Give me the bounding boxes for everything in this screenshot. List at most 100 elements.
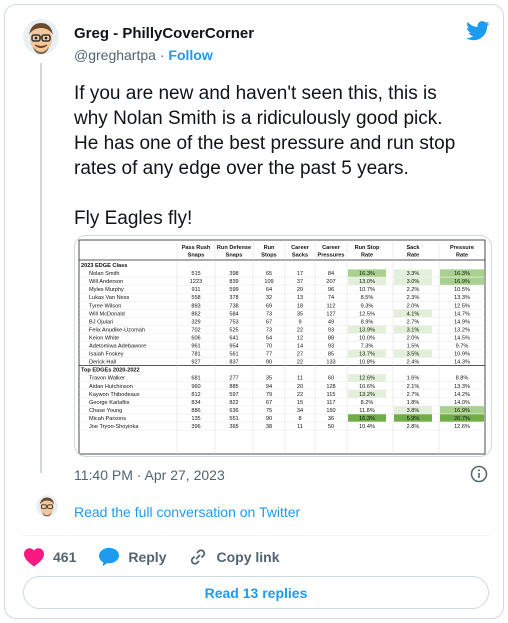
column-header: Rate [361, 253, 373, 259]
read-conversation-link[interactable]: Read the full conversation on Twitter [74, 504, 300, 520]
table-cell: 128 [326, 384, 335, 390]
copy-link-label: Copy link [216, 549, 280, 565]
table-cell: 14.7% [454, 311, 470, 317]
table-cell: 584 [229, 311, 238, 317]
player-name: Adetomiwa Adebawore [89, 344, 146, 350]
table-cell: 954 [229, 344, 238, 350]
table-cell: 378 [229, 295, 238, 301]
player-name: George Karlaftis [89, 400, 130, 406]
table-cell: 834 [191, 400, 200, 406]
player-name: BJ Ojulari [89, 319, 113, 325]
table-cell: 22 [297, 327, 303, 333]
table-cell: 9.3% [361, 303, 374, 309]
table-cell: 15 [297, 400, 303, 406]
table-cell: 84 [328, 271, 334, 277]
table-cell: 13.2% [454, 327, 470, 333]
table-cell: 14 [297, 344, 303, 350]
table-cell: 16.3% [454, 271, 470, 277]
table-cell: 22 [297, 392, 303, 398]
table-cell: 10.0% [359, 335, 375, 341]
table-cell: 396 [191, 424, 200, 430]
link-icon [191, 549, 206, 565]
table-cell: 8.2% [361, 400, 374, 406]
table-cell: 10.9% [454, 352, 470, 358]
table-cell: 38 [266, 424, 272, 430]
section-title: Top EDGEs 2020-2022 [81, 368, 140, 374]
table-cell: 1.6% [407, 376, 420, 382]
table-cell: 2.8% [407, 424, 420, 430]
player-name: Derick Hall [89, 360, 116, 366]
author-avatar[interactable] [23, 19, 59, 55]
table-cell: 822 [229, 400, 238, 406]
table-cell: 9 [298, 319, 301, 325]
table-cell: 16.9% [454, 279, 470, 285]
reply-label: Reply [128, 549, 167, 565]
column-header: Snaps [188, 253, 205, 259]
player-name: Chase Young [89, 408, 122, 414]
table-cell: 2.4% [407, 360, 420, 366]
table-cell: 10.8% [359, 360, 375, 366]
player-name: Nolan Smith [89, 271, 119, 277]
table-cell: 641 [229, 335, 238, 341]
copy-link-button[interactable]: Copy link [188, 547, 280, 567]
column-header: Snaps [226, 253, 243, 259]
tweet-image[interactable]: Pass Rush Snaps Run Defense Snaps Run Stops Ca… [74, 235, 492, 457]
table-cell: 88 [328, 335, 334, 341]
table-cell: 812 [191, 392, 200, 398]
table-cell: 14.3% [454, 360, 470, 366]
table-cell: 112 [327, 303, 336, 309]
column-header: Run [264, 245, 275, 251]
table-cell: 117 [327, 400, 336, 406]
table-cell: 862 [191, 311, 200, 317]
table-cell: 13.0% [359, 279, 375, 285]
table-cell: 26.7% [454, 416, 470, 422]
table-cell: 65 [266, 271, 272, 277]
table-cell: 885 [229, 384, 238, 390]
tweet-timestamp[interactable]: 11:40 PM · Apr 27, 2023 [74, 467, 225, 483]
table-cell: 837 [229, 360, 238, 366]
tweet-text: If you are new and haven't seen this, th… [74, 83, 456, 229]
table-cell: 16.3% [359, 271, 375, 277]
table-cell: 49 [328, 319, 334, 325]
table-cell: 893 [191, 303, 200, 309]
table-cell: 34 [297, 408, 303, 414]
separator: · [159, 47, 165, 63]
table-cell: 22 [297, 360, 303, 366]
table-cell: 94 [266, 384, 272, 390]
table-cell: 2.0% [407, 335, 420, 341]
info-icon[interactable] [470, 465, 488, 483]
table-cell: 17 [297, 271, 303, 277]
table-cell: 60 [328, 376, 334, 382]
divider [23, 535, 489, 536]
player-name: Micah Parsons [89, 416, 126, 422]
table-cell: 702 [191, 327, 200, 333]
table-cell: 558 [191, 295, 200, 301]
table-cell: 7.3% [361, 344, 374, 350]
table-cell: 1.8% [407, 400, 420, 406]
column-header: Career [322, 245, 341, 251]
table-cell: 13.2% [359, 392, 375, 398]
like-button[interactable]: 461 [23, 547, 76, 567]
table-cell: 14.2% [454, 392, 470, 398]
table-cell: 35 [297, 311, 303, 317]
section-title: 2023 EDGE Class [81, 263, 127, 269]
author-handle[interactable]: @greghartpa [74, 47, 156, 63]
author-name[interactable]: Greg - PhillyCoverCorner [74, 25, 254, 42]
column-header: Stops [261, 253, 277, 259]
twitter-bird-icon[interactable] [466, 21, 490, 41]
table-cell: 911 [192, 287, 201, 293]
player-name: Joe Tryon-Shoyinka [89, 424, 139, 430]
table-cell: 75 [266, 408, 272, 414]
follow-button[interactable]: Follow [168, 47, 212, 63]
table-cell: 927 [191, 360, 200, 366]
table-cell: 3.3% [407, 271, 420, 277]
stats-table: Pass Rush Snaps Run Defense Snaps Run Stops Ca… [78, 239, 486, 455]
table-cell: 79 [266, 392, 272, 398]
table-cell: 133 [326, 360, 335, 366]
read-replies-button[interactable]: Read 13 replies [23, 576, 489, 609]
table-cell: 329 [191, 319, 200, 325]
table-cell: 753 [229, 319, 238, 325]
reply-button[interactable]: Reply [98, 547, 166, 567]
table-cell: 67 [266, 319, 272, 325]
table-cell: 960 [191, 384, 200, 390]
